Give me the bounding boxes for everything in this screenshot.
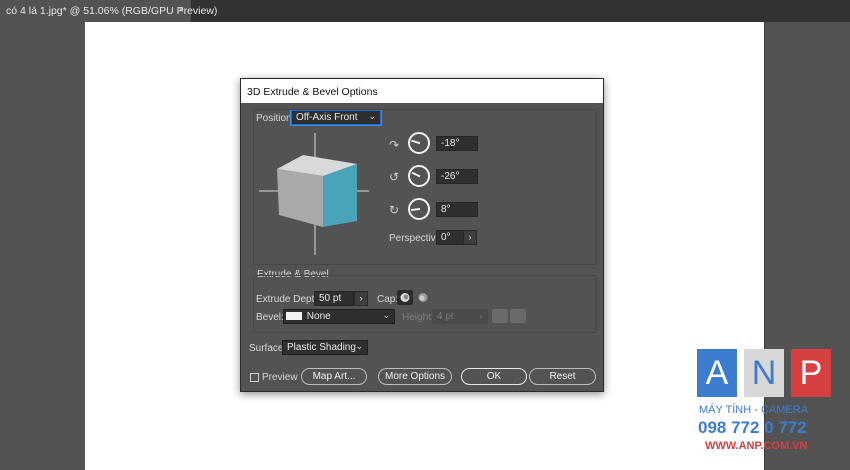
extrude-depth-slider-button[interactable]: › bbox=[354, 291, 368, 306]
height-label: Height: bbox=[402, 312, 434, 323]
extrude-bevel-dialog: 3D Extrude & Bevel Options Position: Off… bbox=[240, 78, 604, 392]
dial-hand bbox=[410, 207, 421, 212]
preview-checkbox[interactable] bbox=[250, 373, 259, 382]
y-rotation-input[interactable]: -26° bbox=[436, 169, 478, 184]
logo-letter-a: A bbox=[697, 349, 737, 397]
bevel-select-value: None bbox=[306, 311, 331, 322]
logo-letter-p: P bbox=[791, 349, 831, 397]
dial-hand bbox=[411, 171, 421, 178]
more-options-button[interactable]: More Options bbox=[378, 368, 452, 385]
z-axis-rotate-icon: ↻ bbox=[388, 203, 400, 217]
cap-off-button[interactable] bbox=[415, 290, 431, 305]
document-tab[interactable]: có 4 lá 1.jpg* @ 51.06% (RGB/GPU Preview… bbox=[0, 0, 217, 22]
extrude-depth-label: Extrude Depth: bbox=[256, 294, 323, 305]
height-input: 4 pt bbox=[432, 309, 474, 324]
document-tab-title: có 4 lá 1.jpg* @ 51.06% (RGB/GPU Preview… bbox=[6, 5, 218, 17]
chevron-down-icon: ⌄ bbox=[382, 310, 390, 320]
x-rotation-input[interactable]: -18° bbox=[436, 136, 478, 151]
close-icon[interactable]: × bbox=[178, 4, 184, 16]
document-tab-bar: có 4 lá 1.jpg* @ 51.06% (RGB/GPU Preview… bbox=[0, 0, 850, 22]
logo-tagline: MÁY TÍNH - CAMERA bbox=[699, 404, 808, 416]
right-panel-area bbox=[764, 22, 850, 470]
cube-preview[interactable] bbox=[257, 131, 369, 257]
map-art-button[interactable]: Map Art... bbox=[301, 368, 367, 385]
perspective-slider-button[interactable]: › bbox=[463, 230, 477, 245]
y-axis-rotate-icon: ↺ bbox=[388, 170, 400, 184]
logo-tagline-part2: CAMERA bbox=[760, 404, 809, 416]
x-rotation-dial[interactable] bbox=[408, 132, 430, 154]
bevel-select[interactable]: None ⌄ bbox=[283, 309, 395, 324]
preview-label: Preview bbox=[262, 372, 298, 383]
cap-label: Cap: bbox=[377, 294, 399, 305]
surface-select[interactable]: Plastic Shading ⌄ bbox=[282, 340, 368, 355]
surface-select-value: Plastic Shading bbox=[287, 342, 356, 353]
extrude-depth-input[interactable]: 50 pt bbox=[314, 291, 354, 306]
perspective-input[interactable]: 0° bbox=[436, 230, 464, 245]
logo-letter-n: N bbox=[744, 349, 784, 397]
reset-button[interactable]: Reset bbox=[529, 368, 596, 385]
logo-tagline-separator: - bbox=[754, 404, 758, 416]
z-rotation-dial[interactable] bbox=[408, 198, 430, 220]
logo-tagline-part1: MÁY TÍNH bbox=[699, 404, 752, 416]
y-rotation-dial[interactable] bbox=[408, 165, 430, 187]
logo-phone: 098 772 0 772 bbox=[698, 418, 807, 437]
cap-off-icon bbox=[418, 293, 428, 302]
cap-on-icon bbox=[400, 293, 410, 302]
bevel-swatch bbox=[286, 312, 302, 320]
z-rotation-input[interactable]: 8° bbox=[436, 202, 478, 217]
x-axis-rotate-icon: ↷ bbox=[388, 138, 400, 152]
height-slider-button: › bbox=[474, 309, 488, 324]
bevel-label: Bevel: bbox=[256, 312, 284, 323]
surface-label: Surface: bbox=[249, 343, 287, 354]
ok-button[interactable]: OK bbox=[461, 368, 527, 385]
cube-side-face bbox=[277, 169, 323, 227]
bevel-out-icon bbox=[492, 309, 508, 323]
dialog-title: 3D Extrude & Bevel Options bbox=[241, 79, 603, 103]
logo-website: WWW.ANP.COM.VN bbox=[705, 440, 808, 452]
bevel-in-icon bbox=[510, 309, 526, 323]
cap-on-button[interactable] bbox=[397, 290, 413, 305]
dial-hand bbox=[411, 139, 421, 145]
chevron-down-icon: ⌄ bbox=[355, 341, 363, 351]
